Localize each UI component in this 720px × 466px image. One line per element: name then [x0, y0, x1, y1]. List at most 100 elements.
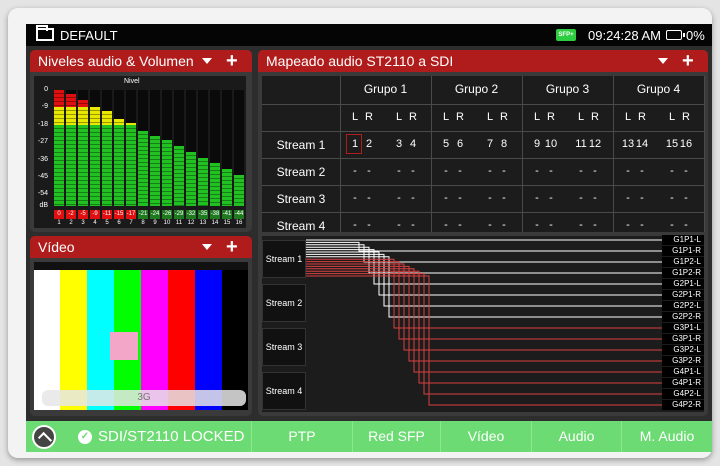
mapping-cell[interactable]: - — [348, 192, 362, 204]
mapping-cell[interactable]: - — [439, 219, 453, 231]
meter-value-label: -21 — [138, 210, 148, 219]
mapping-cell[interactable]: - — [406, 192, 420, 204]
stream-row-label[interactable]: Stream 4 — [262, 219, 340, 233]
meter-value-label: -17 — [126, 210, 136, 219]
mapping-cell[interactable]: 13 — [621, 138, 635, 150]
safe-area-marker — [110, 332, 138, 360]
mapping-cell[interactable]: 16 — [679, 138, 693, 150]
mapping-cell[interactable]: - — [497, 165, 511, 177]
mapping-cell[interactable]: 6 — [453, 138, 467, 150]
mapping-cell[interactable]: - — [574, 219, 588, 231]
mapping-cell[interactable]: - — [574, 192, 588, 204]
stream-route-button[interactable]: Stream 4 — [262, 372, 306, 410]
mapping-cell[interactable]: 14 — [635, 138, 649, 150]
mapping-cell[interactable]: - — [544, 165, 558, 177]
add-icon[interactable]: + — [226, 51, 238, 71]
mapping-cell[interactable]: - — [544, 219, 558, 231]
config-title[interactable]: DEFAULT — [60, 28, 118, 43]
bottom-nav-button[interactable]: Red SFP — [352, 421, 440, 452]
mapping-cell[interactable]: - — [362, 219, 376, 231]
add-icon[interactable]: + — [682, 51, 694, 71]
mapping-cell[interactable]: - — [530, 192, 544, 204]
meter-channel-number: 6 — [117, 220, 121, 226]
mapping-cell[interactable]: - — [665, 219, 679, 231]
mapping-cell[interactable]: - — [588, 165, 602, 177]
mapping-cell[interactable]: - — [621, 219, 635, 231]
mapping-cell[interactable]: - — [530, 219, 544, 231]
mapping-cell[interactable]: - — [362, 165, 376, 177]
mapping-cell[interactable]: - — [621, 192, 635, 204]
mapping-cell[interactable]: - — [439, 165, 453, 177]
mapping-cell[interactable]: - — [588, 192, 602, 204]
meter-bar-green — [150, 136, 160, 206]
mapping-cell[interactable]: - — [453, 165, 467, 177]
mapping-cell[interactable]: 15 — [665, 138, 679, 150]
mapping-cell[interactable]: 9 — [530, 138, 544, 150]
lr-header: L — [395, 111, 403, 123]
grid-line — [262, 212, 704, 213]
mapping-cell[interactable]: - — [483, 192, 497, 204]
mapping-cell[interactable]: - — [635, 192, 649, 204]
home-icon[interactable] — [32, 425, 56, 449]
route-line — [306, 263, 662, 351]
mapping-cell[interactable]: - — [530, 165, 544, 177]
mapping-cell[interactable]: - — [665, 165, 679, 177]
mapping-cell[interactable]: 12 — [588, 138, 602, 150]
grid-line — [262, 131, 704, 132]
audio-panel-title: Niveles audio & Volumen — [38, 53, 194, 69]
mapping-cell[interactable]: - — [439, 192, 453, 204]
mapping-cell[interactable]: 2 — [362, 138, 376, 150]
mapping-cell[interactable]: 11 — [574, 138, 588, 150]
mapping-cell[interactable]: - — [621, 165, 635, 177]
chevron-down-icon[interactable] — [202, 58, 212, 64]
mapping-cell[interactable]: - — [497, 192, 511, 204]
mapping-cell[interactable]: - — [665, 192, 679, 204]
stream-row-label[interactable]: Stream 3 — [262, 192, 340, 206]
mapping-cell[interactable]: - — [544, 192, 558, 204]
mapping-cell[interactable]: - — [679, 219, 693, 231]
stream-row-label[interactable]: Stream 2 — [262, 165, 340, 179]
audio-meter: Nivel 0 -9 -18 -27 -36 -45 -54 dB 0 1 -2 2 -5 3 -9 4 -1… — [34, 76, 246, 228]
mapping-cell[interactable]: - — [588, 219, 602, 231]
mapping-cell[interactable]: - — [348, 219, 362, 231]
bottom-nav-button[interactable]: Vídeo — [440, 421, 531, 452]
mapping-cell[interactable]: - — [497, 219, 511, 231]
folder-icon[interactable] — [36, 25, 54, 41]
stream-route-button[interactable]: Stream 1 — [262, 240, 306, 278]
mapping-cell[interactable]: - — [406, 219, 420, 231]
chevron-down-icon[interactable] — [202, 244, 212, 250]
stream-row-label[interactable]: Stream 1 — [262, 138, 340, 152]
mapping-cell[interactable]: - — [392, 165, 406, 177]
stream-route-button[interactable]: Stream 2 — [262, 284, 306, 322]
meter-channel-number: 10 — [163, 220, 171, 226]
mapping-cell[interactable]: - — [348, 165, 362, 177]
mapping-cell[interactable]: - — [483, 165, 497, 177]
mapping-cell[interactable]: - — [453, 192, 467, 204]
mapping-cell[interactable]: - — [362, 192, 376, 204]
mapping-cell[interactable]: 7 — [483, 138, 497, 150]
mapping-cell[interactable]: - — [483, 219, 497, 231]
add-icon[interactable]: + — [226, 237, 238, 257]
stream-route-button[interactable]: Stream 3 — [262, 328, 306, 366]
meter-channel-number: 16 — [235, 220, 243, 226]
mapping-cell[interactable]: - — [635, 219, 649, 231]
lr-header: L — [351, 111, 359, 123]
mapping-cell[interactable]: - — [453, 219, 467, 231]
bottom-nav-button[interactable]: PTP — [251, 421, 352, 452]
mapping-cell[interactable]: - — [406, 165, 420, 177]
mapping-cell[interactable]: - — [679, 165, 693, 177]
meter-value-label: -24 — [150, 210, 160, 219]
mapping-cell[interactable]: - — [392, 219, 406, 231]
mapping-cell[interactable]: 4 — [406, 138, 420, 150]
mapping-cell[interactable]: - — [574, 165, 588, 177]
mapping-cell[interactable]: 3 — [392, 138, 406, 150]
mapping-cell[interactable]: - — [679, 192, 693, 204]
mapping-cell[interactable]: - — [392, 192, 406, 204]
bottom-nav-button[interactable]: M. Audio — [621, 421, 712, 452]
mapping-cell[interactable]: 5 — [439, 138, 453, 150]
mapping-cell[interactable]: - — [635, 165, 649, 177]
mapping-cell[interactable]: 10 — [544, 138, 558, 150]
bottom-nav-button[interactable]: Audio — [531, 421, 621, 452]
chevron-down-icon[interactable] — [658, 58, 668, 64]
mapping-cell[interactable]: 8 — [497, 138, 511, 150]
